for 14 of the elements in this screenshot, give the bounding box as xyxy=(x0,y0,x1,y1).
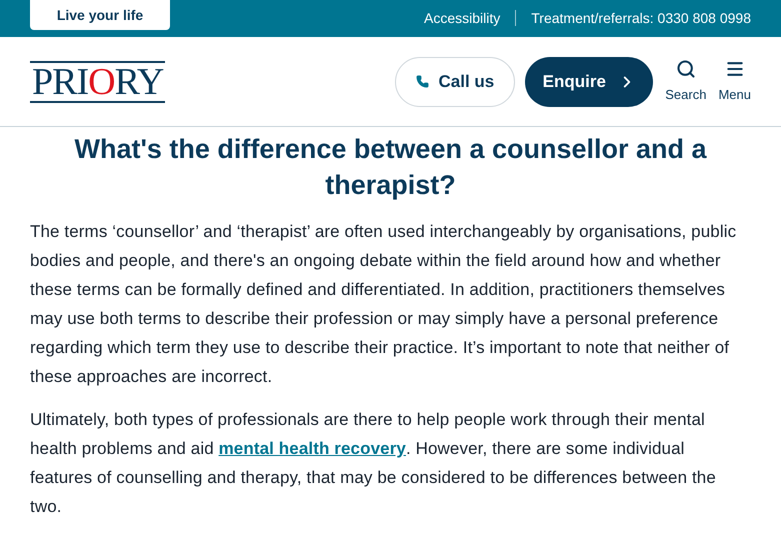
search-icon xyxy=(676,58,696,79)
live-your-life-tab[interactable]: Live your life xyxy=(30,0,170,30)
call-us-button[interactable]: Call us xyxy=(394,56,516,106)
mental-health-recovery-link[interactable]: mental health recovery xyxy=(218,439,406,458)
logo[interactable]: PRIORY xyxy=(30,60,166,102)
top-link[interactable]: Treatment/referrals: 0330 808 0998 xyxy=(531,8,751,28)
article-heading: What's the difference between a counsellor and a therapist? xyxy=(73,133,708,202)
paragraph: Ultimately, both types of professionals are there to help people work through their mental health problems and aid mental health recovery. However, there are some individual features of counselling and therapy, that may be considered to be differences between the two. xyxy=(30,409,717,518)
menu-button[interactable]: Menu xyxy=(718,58,751,104)
phone-icon xyxy=(416,75,429,88)
search-button[interactable]: Search xyxy=(665,58,706,104)
top-link[interactable]: Accessibility xyxy=(424,8,500,28)
enquire-button[interactable]: Enquire xyxy=(525,56,654,106)
paragraph: The terms ‘counsellor’ and ‘therapist’ are often used interchangeably by organisations, public bodies and people, and there's an ongoing debate within the field around how and whether these terms can be formally defined and differentiated. In addition, practitioners themselves may use both terms to describe their profession or may simply have a personal preference regarding which term they use to describe their practice. It’s important to note that neither of these approaches are incorrect. xyxy=(30,221,738,388)
